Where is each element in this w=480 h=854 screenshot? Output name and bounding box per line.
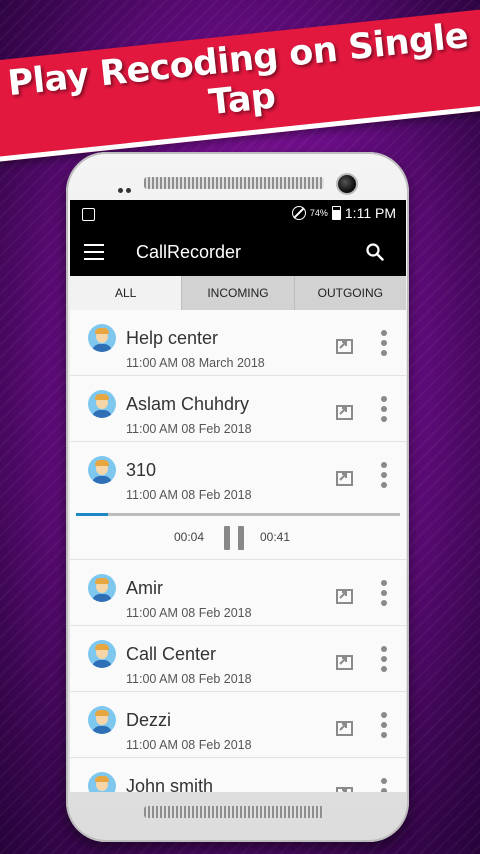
avatar — [88, 456, 116, 484]
app-bar: CallRecorder — [70, 228, 406, 276]
do-not-disturb-icon — [291, 206, 306, 220]
share-icon[interactable] — [334, 584, 356, 606]
list-item[interactable]: Call Center 11:00 AM 08 Feb 2018 — [70, 626, 406, 692]
recording-time: 11:00 AM 08 Feb 2018 — [126, 672, 252, 686]
front-camera — [336, 173, 358, 195]
list-item[interactable]: Dezzi 11:00 AM 08 Feb 2018 — [70, 692, 406, 758]
contact-name: Help center — [126, 328, 219, 348]
share-icon[interactable] — [334, 400, 356, 422]
playback-progress-bar[interactable] — [76, 513, 400, 516]
audio-player: 00:04 00:41 — [70, 507, 406, 560]
recording-time: 11:00 AM 08 Feb 2018 — [126, 422, 252, 436]
share-icon[interactable] — [334, 650, 356, 672]
more-options-icon[interactable] — [378, 778, 390, 792]
phone-screen: 74% 1:11 PM CallRecorder ALL INCOMING OU… — [70, 200, 406, 792]
playback-progress-fill — [76, 513, 109, 516]
tab-outgoing[interactable]: OUTGOING — [294, 276, 406, 310]
list-item[interactable]: John smith — [70, 758, 406, 792]
clock: 1:11 PM — [344, 205, 396, 221]
contact-name: 310 — [126, 460, 157, 480]
battery-percent: 74% — [309, 208, 328, 218]
recording-time: 11:00 AM 08 Feb 2018 — [126, 488, 252, 502]
battery-icon — [331, 206, 341, 220]
bottom-speaker — [144, 806, 324, 818]
notification-icon — [82, 208, 95, 221]
contact-name: Call Center — [126, 644, 217, 664]
more-options-icon[interactable] — [378, 580, 390, 610]
recording-time: 11:00 AM 08 March 2018 — [126, 356, 265, 370]
earpiece-speaker — [144, 177, 324, 189]
avatar — [88, 574, 116, 602]
more-options-icon[interactable] — [378, 396, 390, 426]
contact-name: Aslam Chuhdry — [126, 394, 250, 414]
status-bar: 74% 1:11 PM — [70, 200, 406, 228]
share-icon[interactable] — [334, 782, 356, 792]
share-icon[interactable] — [334, 334, 356, 356]
avatar — [88, 706, 116, 734]
pause-button[interactable] — [224, 526, 246, 550]
avatar — [88, 772, 116, 792]
contact-name: Amir — [126, 578, 163, 598]
list-item[interactable]: Aslam Chuhdry 11:00 AM 08 Feb 2018 — [70, 376, 406, 442]
recording-time: 11:00 AM 08 Feb 2018 — [126, 738, 252, 752]
list-item[interactable]: 310 11:00 AM 08 Feb 2018 — [70, 442, 406, 507]
avatar — [88, 324, 116, 352]
current-time: 00:04 — [174, 530, 205, 544]
avatar — [88, 640, 116, 668]
tab-all[interactable]: ALL — [70, 276, 183, 310]
more-options-icon[interactable] — [378, 646, 390, 676]
sensor-dots — [118, 180, 134, 198]
duration: 00:41 — [260, 530, 291, 544]
app-title: CallRecorder — [136, 242, 242, 262]
search-icon[interactable] — [366, 243, 384, 261]
share-icon[interactable] — [334, 716, 356, 738]
share-icon[interactable] — [334, 466, 356, 488]
list-item[interactable]: Amir 11:00 AM 08 Feb 2018 — [70, 560, 406, 626]
more-options-icon[interactable] — [378, 330, 390, 360]
contact-name: Dezzi — [126, 710, 172, 730]
avatar — [88, 390, 116, 418]
more-options-icon[interactable] — [378, 462, 390, 492]
hamburger-menu-icon[interactable] — [84, 244, 104, 260]
contact-name: John smith — [126, 776, 214, 792]
recording-time: 11:00 AM 08 Feb 2018 — [126, 606, 252, 620]
recordings-list: Help center 11:00 AM 08 March 2018 Aslam… — [70, 310, 406, 792]
more-options-icon[interactable] — [378, 712, 390, 742]
tab-incoming[interactable]: INCOMING — [182, 276, 295, 310]
list-item[interactable]: Help center 11:00 AM 08 March 2018 — [70, 310, 406, 376]
filter-tabs: ALL INCOMING OUTGOING — [70, 276, 406, 310]
